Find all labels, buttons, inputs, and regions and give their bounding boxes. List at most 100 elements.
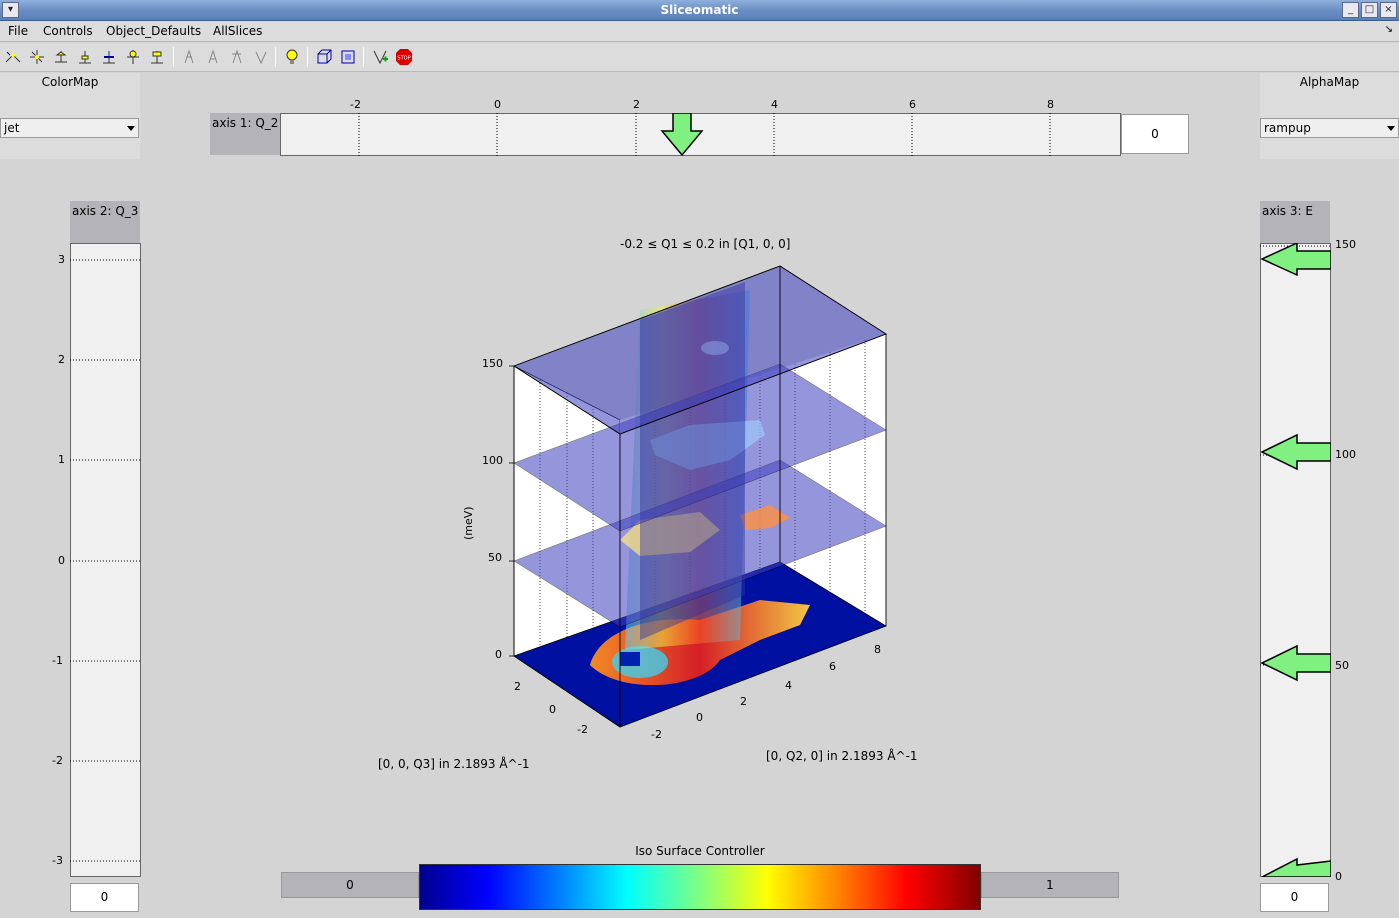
slice-tool-icon-2[interactable] xyxy=(180,48,198,66)
z-tick: 50 xyxy=(488,551,502,564)
axis3-tick: 150 xyxy=(1335,238,1356,251)
axis1-tick: 0 xyxy=(494,98,501,111)
chevron-down-icon xyxy=(1387,126,1395,131)
floor-data-hole xyxy=(620,652,640,666)
menu-allslices[interactable]: AllSlices xyxy=(213,24,262,38)
axis2-label: axis 2: Q_3 xyxy=(70,201,140,243)
colormap-select[interactable]: jet xyxy=(0,118,139,138)
slice-plot-3d[interactable] xyxy=(460,230,920,750)
window-title: Sliceomatic xyxy=(660,3,739,17)
axis1-slider-grid xyxy=(358,113,1051,156)
minimize-button[interactable]: _ xyxy=(1342,2,1359,18)
axis3-tick: 0 xyxy=(1335,870,1342,883)
x-tick: 8 xyxy=(874,643,881,656)
axis3-slider[interactable] xyxy=(1260,243,1331,877)
toolbar-separator-2 xyxy=(275,47,276,67)
svg-text:STOP: STOP xyxy=(397,56,410,62)
toolbar: STOP xyxy=(0,43,1399,72)
alphamap-select[interactable]: rampup xyxy=(1260,118,1399,138)
menu-controls[interactable]: Controls xyxy=(43,24,93,38)
z-slice-icon[interactable] xyxy=(100,48,118,66)
menu-object-defaults[interactable]: Object_Defaults xyxy=(106,24,201,38)
toolbar-separator-4 xyxy=(363,47,364,67)
axis1-slice-arrow xyxy=(660,113,704,156)
y-tick: 0 xyxy=(549,703,556,716)
box-view-2-icon[interactable] xyxy=(339,48,357,66)
axis1-tick: 4 xyxy=(771,98,778,111)
axis3-slice-arrow-150 xyxy=(1260,243,1331,277)
axis3-value-field[interactable]: 0 xyxy=(1260,883,1329,912)
maximize-button[interactable]: □ xyxy=(1361,2,1378,18)
xyz-slice-icon[interactable] xyxy=(4,48,22,66)
slice-tool-icon-4[interactable] xyxy=(228,48,246,66)
axis1-value-field[interactable]: 0 xyxy=(1121,114,1189,154)
axis2-slider-grid xyxy=(70,259,141,862)
y-tick: -2 xyxy=(577,723,588,736)
xyz-slice-icon-2[interactable] xyxy=(28,48,46,66)
axis1-tick: -2 xyxy=(350,98,361,111)
axis2-tick: 3 xyxy=(58,253,65,266)
slice-tool-icon-5[interactable] xyxy=(252,48,270,66)
chevron-down-icon xyxy=(127,126,135,131)
axis2-tick: 0 xyxy=(58,554,65,567)
axis3-tick: 50 xyxy=(1335,659,1349,672)
iso-max-field[interactable]: 1 xyxy=(981,872,1119,898)
x-tick: 0 xyxy=(696,711,703,724)
light-bulb-icon[interactable] xyxy=(283,48,301,66)
x-axis-label: [0, Q2, 0] in 2.1893 Å^-1 xyxy=(766,749,918,763)
z-axis-label: (meV) xyxy=(462,506,475,540)
axis1-tick: 8 xyxy=(1047,98,1054,111)
iso-icon[interactable] xyxy=(124,48,142,66)
toolbar-separator-3 xyxy=(307,47,308,67)
axis2-tick: 2 xyxy=(58,353,65,366)
x-tick: 6 xyxy=(829,660,836,673)
iso-controller-label: Iso Surface Controller xyxy=(635,844,765,858)
axis2-tick: -2 xyxy=(52,754,63,767)
axis2-value-field[interactable]: 0 xyxy=(70,883,139,912)
z-tick: 0 xyxy=(495,648,502,661)
box-view-icon[interactable] xyxy=(315,48,333,66)
slice-q1 xyxy=(640,282,745,640)
alphamap-select-value: rampup xyxy=(1264,121,1311,135)
menu-bar: File Controls Object_Defaults AllSlices … xyxy=(0,21,1399,42)
z-ticks xyxy=(509,365,514,657)
axis1-label: axis 1: Q_2 xyxy=(210,113,282,155)
iso-min-field[interactable]: 0 xyxy=(281,872,419,898)
y-tick: 2 xyxy=(514,680,521,693)
add-icon[interactable] xyxy=(371,48,389,66)
axis2-tick: 1 xyxy=(58,453,65,466)
axis3-label: axis 3: E xyxy=(1260,201,1330,243)
plot-title: -0.2 ≤ Q1 ≤ 0.2 in [Q1, 0, 0] xyxy=(620,237,791,251)
axis1-tick: 2 xyxy=(633,98,640,111)
axis2-tick: -1 xyxy=(52,654,63,667)
toolbar-separator xyxy=(173,47,174,67)
y-axis-label: [0, 0, Q3] in 2.1893 Å^-1 xyxy=(378,757,530,771)
axis1-tick: 6 xyxy=(909,98,916,111)
sliceomatic-window: ▾ Sliceomatic _ □ × File Controls Object… xyxy=(0,0,1399,918)
axis3-slice-arrow-50 xyxy=(1260,644,1331,682)
axis1-slider[interactable] xyxy=(280,113,1121,156)
axis2-slider[interactable] xyxy=(70,243,141,877)
colormap-select-value: jet xyxy=(4,121,20,135)
title-bar: ▾ Sliceomatic _ □ × xyxy=(0,0,1399,21)
alphamap-label: AlphaMap xyxy=(1299,75,1360,89)
iso-colorbar[interactable] xyxy=(419,864,981,910)
x-tick: -2 xyxy=(651,728,662,741)
axis3-slice-arrow-100 xyxy=(1260,433,1331,471)
menu-file[interactable]: File xyxy=(8,24,28,38)
axis2-tick: -3 xyxy=(52,854,63,867)
axis3-slice-arrow-0 xyxy=(1261,857,1331,877)
stop-icon[interactable]: STOP xyxy=(395,48,413,66)
colormap-label: ColorMap xyxy=(41,75,99,89)
axis3-slider-grid xyxy=(1260,243,1331,877)
x-slice-icon[interactable] xyxy=(52,48,70,66)
close-button[interactable]: × xyxy=(1380,2,1397,18)
z-tick: 150 xyxy=(482,357,503,370)
y-slice-icon[interactable] xyxy=(76,48,94,66)
slice-tool-icon[interactable] xyxy=(148,48,166,66)
x-tick: 4 xyxy=(785,679,792,692)
slice-tool-icon-3[interactable] xyxy=(204,48,222,66)
axis3-tick: 100 xyxy=(1335,448,1356,461)
menubar-arrow-icon[interactable]: ↘ xyxy=(1385,24,1393,35)
x-tick: 2 xyxy=(740,695,747,708)
